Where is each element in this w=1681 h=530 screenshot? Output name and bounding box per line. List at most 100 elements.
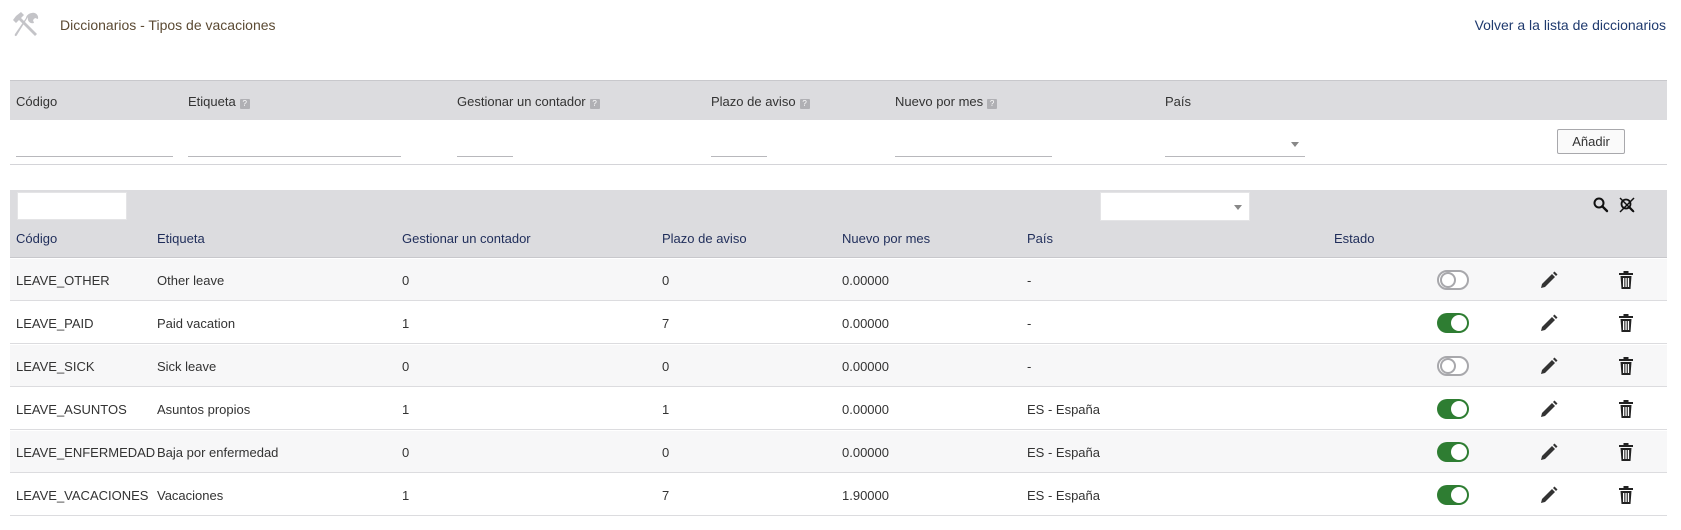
pencil-icon[interactable] xyxy=(1539,442,1559,462)
cell-label: Sick leave xyxy=(157,359,217,374)
cell-counter: 0 xyxy=(402,273,410,288)
cell-monthly: 0.00000 xyxy=(842,359,889,374)
cell-notice: 1 xyxy=(662,402,670,417)
toggle-knob xyxy=(1451,444,1467,460)
page-title: Diccionarios - Tipos de vacaciones xyxy=(60,17,276,33)
trash-icon[interactable] xyxy=(1616,399,1636,419)
cell-code: LEAVE_ENFERMEDAD xyxy=(16,445,156,460)
add-country-select[interactable] xyxy=(1165,135,1305,157)
cell-notice: 7 xyxy=(662,316,670,331)
status-toggle[interactable] xyxy=(1437,270,1469,290)
cell-label: Paid vacation xyxy=(157,316,236,331)
header-monthly[interactable]: Nuevo por mes xyxy=(842,231,930,246)
trash-icon[interactable] xyxy=(1616,313,1636,333)
back-to-dictionaries-link[interactable]: Volver a la lista de diccionarios xyxy=(1475,17,1666,33)
add-label-label: Etiqueta? xyxy=(188,94,250,109)
tools-icon xyxy=(13,12,39,37)
cell-notice: 0 xyxy=(662,445,670,460)
chevron-down-icon xyxy=(1234,205,1242,210)
header-notice[interactable]: Plazo de aviso xyxy=(662,231,747,246)
status-toggle[interactable] xyxy=(1437,485,1469,505)
trash-icon[interactable] xyxy=(1616,485,1636,505)
status-toggle[interactable] xyxy=(1437,399,1469,419)
add-country-label: País xyxy=(1165,94,1192,109)
pencil-icon[interactable] xyxy=(1539,270,1559,290)
trash-icon[interactable] xyxy=(1616,270,1636,290)
cell-monthly: 1.90000 xyxy=(842,488,889,503)
toggle-knob xyxy=(1440,272,1456,288)
cell-code: LEAVE_VACACIONES xyxy=(16,488,149,503)
cell-monthly: 0.00000 xyxy=(842,402,889,417)
status-toggle[interactable] xyxy=(1437,313,1469,333)
cell-code: LEAVE_ASUNTOS xyxy=(16,402,127,417)
header-code[interactable]: Código xyxy=(16,231,57,246)
cell-counter: 1 xyxy=(402,402,410,417)
add-counter-label: Gestionar un contador? xyxy=(457,94,600,109)
header-label[interactable]: Etiqueta xyxy=(157,231,205,246)
cell-country: ES - España xyxy=(1027,445,1100,460)
cell-country: - xyxy=(1027,273,1032,288)
table-row: LEAVE_ASUNTOS Asuntos propios 1 1 0.0000… xyxy=(10,388,1667,430)
cell-code: LEAVE_OTHER xyxy=(16,273,110,288)
add-form-inputs: Añadir xyxy=(10,120,1667,165)
header-country[interactable]: País xyxy=(1027,231,1053,246)
cell-notice: 0 xyxy=(662,359,670,374)
cell-monthly: 0.00000 xyxy=(842,445,889,460)
add-monthly-input[interactable] xyxy=(895,135,1052,157)
filter-bar xyxy=(10,190,1667,225)
toggle-knob xyxy=(1451,487,1467,503)
table-row: LEAVE_SICK Sick leave 0 0 0.00000 - xyxy=(10,345,1667,387)
cell-country: - xyxy=(1027,359,1032,374)
add-label-input[interactable] xyxy=(188,135,401,157)
help-icon[interactable]: ? xyxy=(589,99,600,109)
toggle-knob xyxy=(1451,401,1467,417)
code-filter-input[interactable] xyxy=(17,192,127,220)
chevron-down-icon xyxy=(1291,142,1299,147)
table-row: LEAVE_VACACIONES Vacaciones 1 7 1.90000 … xyxy=(10,474,1667,516)
cell-code: LEAVE_PAID xyxy=(16,316,94,331)
add-form: Código Etiqueta? Gestionar un contador? … xyxy=(10,80,1667,165)
cell-country: - xyxy=(1027,316,1032,331)
status-toggle[interactable] xyxy=(1437,356,1469,376)
page-header: Diccionarios - Tipos de vacaciones Volve… xyxy=(0,0,1681,60)
add-counter-input[interactable] xyxy=(457,135,513,157)
cell-counter: 0 xyxy=(402,359,410,374)
add-button[interactable]: Añadir xyxy=(1557,129,1625,154)
table-row: LEAVE_ENFERMEDAD Baja por enfermedad 0 0… xyxy=(10,431,1667,473)
status-toggle[interactable] xyxy=(1437,442,1469,462)
cell-notice: 7 xyxy=(662,488,670,503)
add-notice-label: Plazo de aviso? xyxy=(711,94,810,109)
cell-label: Other leave xyxy=(157,273,225,288)
pencil-icon[interactable] xyxy=(1539,313,1559,333)
pencil-icon[interactable] xyxy=(1539,399,1559,419)
clear-search-icon[interactable] xyxy=(1618,196,1636,214)
add-notice-input[interactable] xyxy=(711,135,767,157)
country-filter-select[interactable] xyxy=(1100,192,1250,221)
pencil-icon[interactable] xyxy=(1539,485,1559,505)
add-code-input[interactable] xyxy=(16,135,173,157)
cell-label: Asuntos propios xyxy=(157,402,251,417)
help-icon[interactable]: ? xyxy=(239,99,250,109)
cell-counter: 1 xyxy=(402,316,410,331)
table-header: Código Etiqueta Gestionar un contador Pl… xyxy=(10,225,1667,258)
pencil-icon[interactable] xyxy=(1539,356,1559,376)
cell-label: Baja por enfermedad xyxy=(157,445,279,460)
cell-label: Vacaciones xyxy=(157,488,224,503)
trash-icon[interactable] xyxy=(1616,356,1636,376)
toggle-knob xyxy=(1451,315,1467,331)
cell-monthly: 0.00000 xyxy=(842,273,889,288)
header-counter[interactable]: Gestionar un contador xyxy=(402,231,531,246)
cell-counter: 1 xyxy=(402,488,410,503)
cell-country: ES - España xyxy=(1027,488,1100,503)
help-icon[interactable]: ? xyxy=(799,99,810,109)
cell-counter: 0 xyxy=(402,445,410,460)
header-status[interactable]: Estado xyxy=(1334,231,1374,246)
cell-code: LEAVE_SICK xyxy=(16,359,95,374)
toggle-knob xyxy=(1440,358,1456,374)
search-icon[interactable] xyxy=(1592,196,1610,214)
add-form-header: Código Etiqueta? Gestionar un contador? … xyxy=(10,80,1667,120)
help-icon[interactable]: ? xyxy=(987,99,998,109)
add-monthly-label: Nuevo por mes? xyxy=(895,94,998,109)
trash-icon[interactable] xyxy=(1616,442,1636,462)
cell-notice: 0 xyxy=(662,273,670,288)
